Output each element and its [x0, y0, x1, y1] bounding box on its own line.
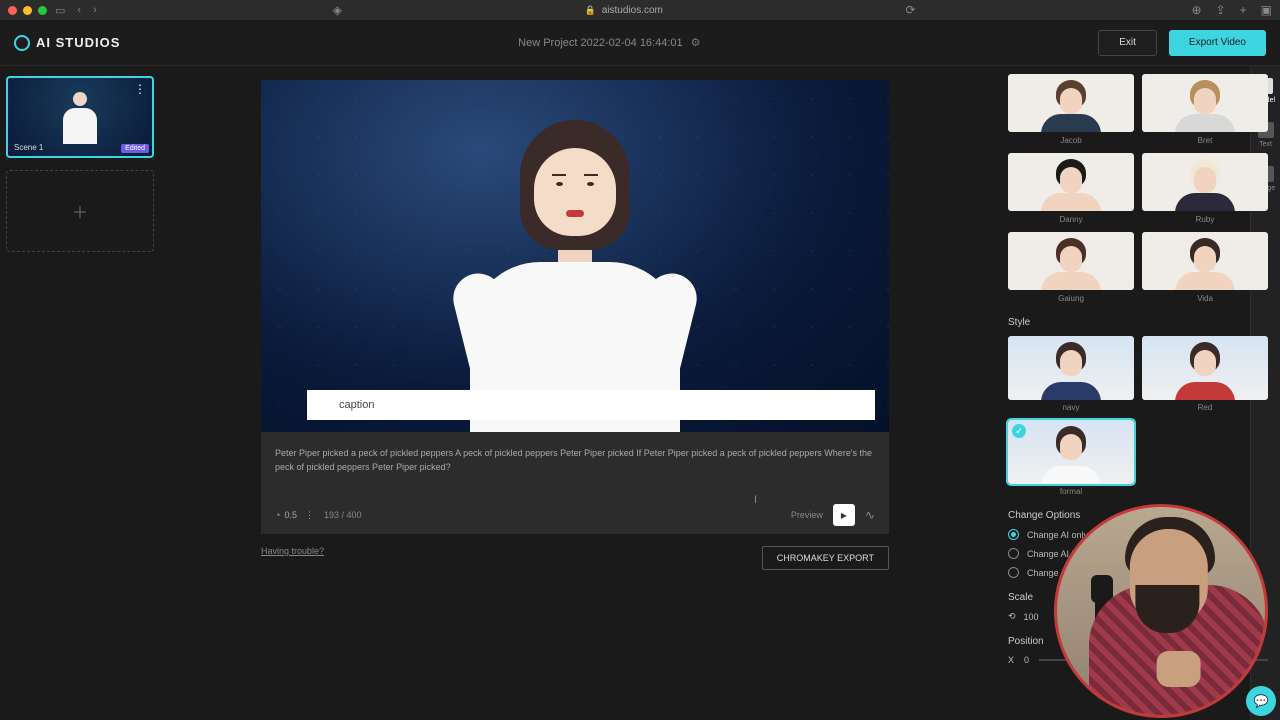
- model-option-jacob[interactable]: Jacob: [1008, 74, 1134, 145]
- model-option-vida[interactable]: Vida: [1142, 232, 1268, 303]
- scene-edited-badge: Edited: [121, 144, 149, 153]
- model-option-ruby[interactable]: Ruby: [1142, 153, 1268, 224]
- style-option-formal[interactable]: ✓ formal: [1008, 420, 1134, 496]
- new-tab-icon[interactable]: +: [1240, 3, 1247, 17]
- scene-avatar-preview: [63, 92, 97, 144]
- plus-icon: ＋: [72, 199, 88, 223]
- logo-text: AI STUDIOS: [36, 35, 120, 50]
- chat-icon: 💬: [1254, 694, 1269, 708]
- model-thumb: [1008, 74, 1134, 132]
- editor-center: caption Peter Piper picked a peck of pic…: [160, 66, 1000, 720]
- minimize-window-icon[interactable]: [23, 6, 32, 15]
- video-canvas[interactable]: caption: [261, 80, 889, 432]
- gear-icon[interactable]: ⚙: [691, 36, 701, 49]
- share-icon[interactable]: ⇪: [1216, 3, 1226, 17]
- browser-chrome: ▭ ‹ › ◈ 🔒 aistudios.com ⟳ ⊕ ⇪ + ▣: [0, 0, 1280, 20]
- refresh-icon[interactable]: ⟳: [905, 3, 915, 17]
- download-icon[interactable]: ⊕: [1192, 3, 1202, 17]
- lock-icon: 🔒: [585, 5, 596, 16]
- model-option-gaiung[interactable]: Gaiung: [1008, 232, 1134, 303]
- model-name-label: Ruby: [1196, 215, 1215, 224]
- chat-widget-button[interactable]: 💬: [1246, 686, 1276, 716]
- model-name-label: Jacob: [1060, 136, 1081, 145]
- shield-icon[interactable]: ◈: [333, 3, 342, 17]
- script-textarea[interactable]: Peter Piper picked a peck of pickled pep…: [275, 446, 875, 498]
- radio-icon: [1008, 567, 1019, 578]
- model-thumb: [1008, 232, 1134, 290]
- app-logo[interactable]: AI STUDIOS: [14, 35, 120, 51]
- preview-play-button[interactable]: ▸: [833, 504, 855, 526]
- style-name-label: formal: [1060, 487, 1082, 496]
- project-title: New Project 2022-02-04 16:44:01: [518, 37, 683, 49]
- model-thumb: [1142, 153, 1268, 211]
- window-controls[interactable]: [8, 6, 47, 15]
- nav-back-icon[interactable]: ‹: [77, 4, 81, 17]
- text-cursor-icon: I: [754, 494, 757, 506]
- presenter-webcam: [1054, 504, 1268, 718]
- char-count: 193 / 400: [324, 510, 362, 520]
- export-video-button[interactable]: Export Video: [1169, 30, 1266, 56]
- radio-icon: [1008, 548, 1019, 559]
- scene-label: Scene 1: [14, 143, 43, 152]
- play-icon: ▸: [841, 508, 847, 522]
- caption-placeholder: caption: [339, 399, 374, 411]
- style-section-title: Style: [1008, 317, 1268, 328]
- preview-label: Preview: [791, 510, 823, 520]
- logo-icon: [14, 35, 30, 51]
- style-option-navy[interactable]: navy: [1008, 336, 1134, 412]
- add-scene-button[interactable]: ＋: [6, 170, 154, 252]
- style-name-label: navy: [1063, 403, 1080, 412]
- model-option-bret[interactable]: Bret: [1142, 74, 1268, 145]
- scene-menu-icon[interactable]: ⋮: [134, 82, 146, 96]
- style-name-label: Red: [1198, 403, 1213, 412]
- model-name-label: Danny: [1059, 215, 1082, 224]
- style-thumb: ✓: [1008, 420, 1134, 484]
- url-text: aistudios.com: [602, 5, 663, 16]
- model-name-label: Vida: [1197, 294, 1213, 303]
- check-icon: ✓: [1012, 424, 1026, 438]
- close-window-icon[interactable]: [8, 6, 17, 15]
- style-option-Red[interactable]: Red: [1142, 336, 1268, 412]
- nav-forward-icon[interactable]: ›: [93, 4, 97, 17]
- caption-input[interactable]: caption: [307, 390, 875, 420]
- model-grid: Jacob Bret Danny Ruby Gaiung Vida: [1008, 74, 1268, 303]
- radio-icon: [1008, 529, 1019, 540]
- model-option-danny[interactable]: Danny: [1008, 153, 1134, 224]
- chromakey-export-button[interactable]: CHROMAKEY EXPORT: [762, 546, 889, 570]
- position-x-label: X: [1008, 655, 1014, 665]
- exit-button[interactable]: Exit: [1098, 30, 1157, 56]
- having-trouble-link[interactable]: Having trouble?: [261, 546, 324, 570]
- model-thumb: [1008, 153, 1134, 211]
- position-x-value[interactable]: 0: [1024, 655, 1029, 665]
- ai-avatar[interactable]: [435, 120, 715, 432]
- sidebar-toggle-icon[interactable]: ▭: [55, 4, 65, 17]
- style-thumb: [1142, 336, 1268, 400]
- model-thumb: [1142, 232, 1268, 290]
- model-name-label: Bret: [1198, 136, 1213, 145]
- tabs-icon[interactable]: ▣: [1261, 3, 1272, 17]
- scale-value[interactable]: 100: [1024, 612, 1046, 622]
- script-panel: Peter Piper picked a peck of pickled pep…: [261, 432, 889, 534]
- maximize-window-icon[interactable]: [38, 6, 47, 15]
- model-name-label: Gaiung: [1058, 294, 1084, 303]
- app-header: AI STUDIOS New Project 2022-02-04 16:44:…: [0, 20, 1280, 66]
- speed-value[interactable]: 0.5: [284, 510, 297, 520]
- model-thumb: [1142, 74, 1268, 132]
- clock-icon: ◔: [275, 510, 280, 520]
- scale-reset-icon[interactable]: ⟲: [1008, 611, 1016, 622]
- scene-thumbnail[interactable]: ⋮ Scene 1 Edited: [6, 76, 154, 158]
- address-bar[interactable]: 🔒 aistudios.com: [350, 5, 897, 16]
- speed-menu-icon[interactable]: ⋮: [305, 510, 314, 521]
- style-grid: navy Red ✓ formal: [1008, 336, 1268, 496]
- scenes-panel: ⋮ Scene 1 Edited ＋: [0, 66, 160, 720]
- style-thumb: [1008, 336, 1134, 400]
- audio-wave-icon[interactable]: ∿: [865, 508, 875, 522]
